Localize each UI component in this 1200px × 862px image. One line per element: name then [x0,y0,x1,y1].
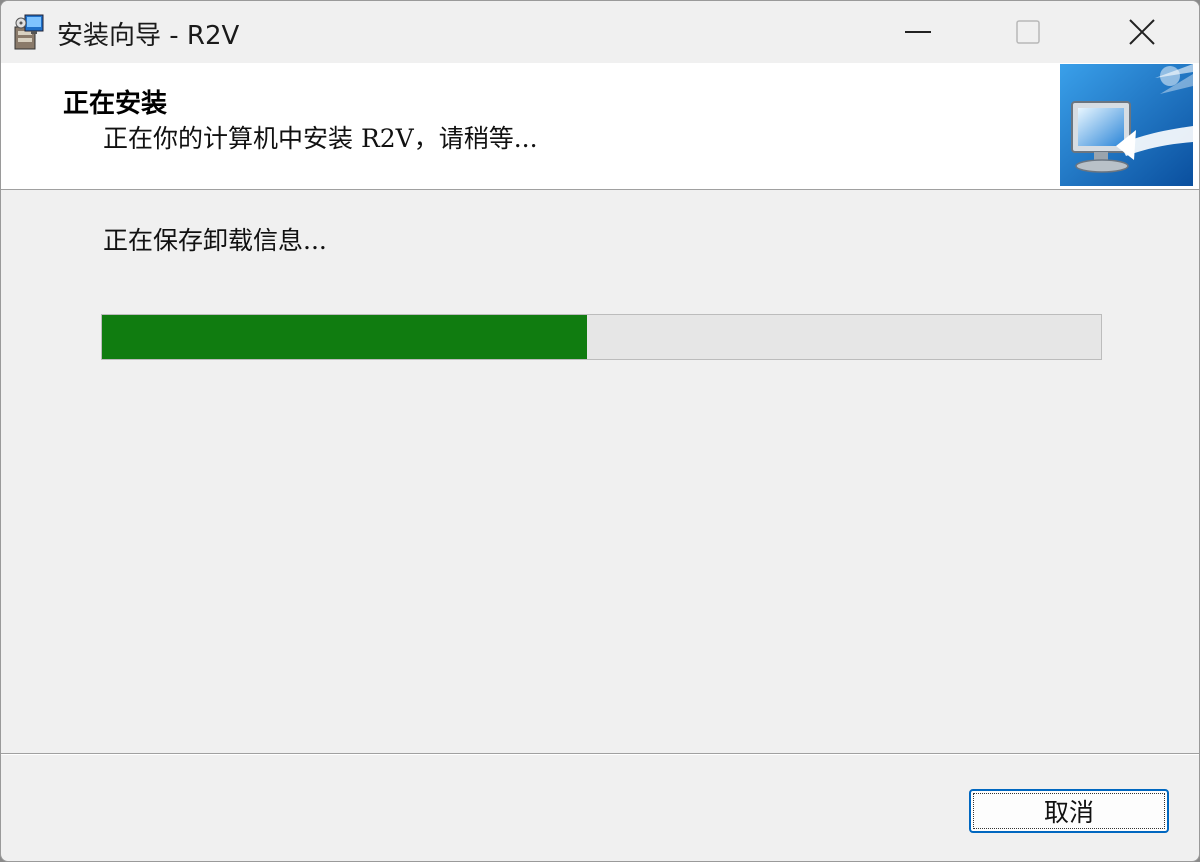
status-text: 正在保存卸载信息... [103,226,327,255]
cancel-button[interactable]: 取消 [969,789,1169,833]
maximize-button[interactable] [973,1,1083,63]
installer-app-icon [11,13,47,51]
wizard-header: 正在安装 正在你的计算机中安装 R2V，请稍等... [1,63,1199,190]
progress-bar [101,314,1102,360]
page-title: 正在安装 [63,89,168,119]
page-subtitle: 正在你的计算机中安装 R2V，请稍等... [103,124,538,153]
minimize-icon [905,31,931,33]
computer-monitor-icon [1060,64,1193,186]
title-bar: 安装向导 - R2V [1,1,1199,63]
footer-divider [1,753,1199,755]
minimize-button[interactable] [863,1,973,63]
close-button[interactable] [1087,1,1197,63]
installer-window: 安装向导 - R2V 正在安装 正在你的计算机中安装 R2V，请稍等... 正在… [0,0,1200,862]
close-icon [1129,19,1155,45]
progress-fill [102,315,587,359]
window-title: 安装向导 - R2V [57,21,240,51]
maximize-icon [1016,20,1040,44]
